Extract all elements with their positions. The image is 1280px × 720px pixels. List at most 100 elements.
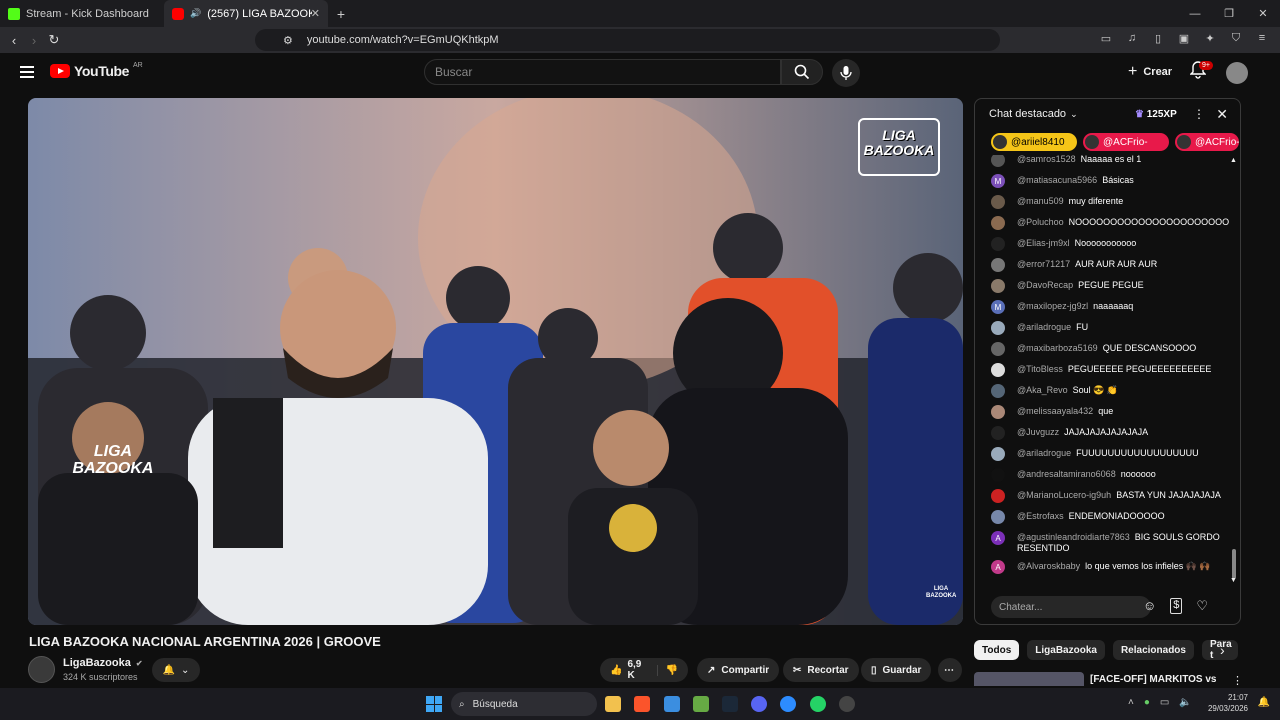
close-tab-icon[interactable]: ✕ bbox=[311, 7, 320, 20]
super-chat-icon[interactable]: $ bbox=[1170, 598, 1183, 614]
chat-message[interactable]: @Estrofaxs ENDEMONIADOOOOO bbox=[975, 508, 1233, 529]
new-tab-button[interactable]: + bbox=[328, 0, 354, 27]
chat-author[interactable]: @Poluchoo bbox=[1017, 217, 1064, 227]
chat-avatar[interactable] bbox=[991, 384, 1005, 398]
tab-youtube-video[interactable]: 🔊 (2567) LIGA BAZOOKA NACIO ✕ bbox=[164, 0, 328, 27]
close-chat-icon[interactable]: ✕ bbox=[1216, 106, 1228, 123]
steam-icon[interactable] bbox=[722, 696, 738, 712]
filter-chip[interactable]: Relacionados bbox=[1112, 640, 1194, 660]
chat-message[interactable]: @melissaayala432 que bbox=[975, 403, 1233, 424]
chat-author[interactable]: @matiasacuna5966 bbox=[1017, 175, 1097, 185]
dislike-button[interactable]: 👎 bbox=[656, 664, 678, 676]
chat-message[interactable]: @samros1528 Naaaaa es el 1 bbox=[975, 155, 1233, 172]
wallet-icon[interactable]: ▣ bbox=[1176, 30, 1192, 46]
chat-author[interactable]: @andresaltamirano6068 bbox=[1017, 469, 1116, 479]
chat-author[interactable]: @agustinleandroidiarte7863 bbox=[1017, 532, 1130, 542]
chat-message[interactable]: M @matiasacuna5966 Básicas bbox=[975, 172, 1233, 193]
search-input[interactable]: Buscar bbox=[424, 59, 781, 85]
chevron-right-icon[interactable]: › bbox=[1220, 642, 1225, 658]
related-more-icon[interactable]: ⋮ bbox=[1232, 674, 1243, 687]
chat-avatar[interactable] bbox=[991, 363, 1005, 377]
notification-bell-icon[interactable]: 🔔 bbox=[1258, 697, 1270, 708]
channel-name[interactable]: LigaBazooka ✔ bbox=[63, 657, 143, 669]
site-info-icon[interactable]: ⚙ bbox=[283, 34, 293, 47]
chat-message[interactable]: @Elias-jm9xl Nooooooooooo bbox=[975, 235, 1233, 256]
filter-chip[interactable]: Todos bbox=[974, 640, 1020, 660]
audio-playing-icon[interactable]: 🔊 bbox=[190, 8, 201, 19]
chat-avatar[interactable] bbox=[991, 489, 1005, 503]
brave-icon[interactable] bbox=[634, 696, 650, 712]
chat-message[interactable]: @ariladrogue FU bbox=[975, 319, 1233, 340]
chat-author[interactable]: @samros1528 bbox=[1017, 155, 1076, 164]
address-bar[interactable]: ⚙ youtube.com/watch?v=EGmUQKhtkpM bbox=[255, 29, 1000, 51]
app-icon[interactable] bbox=[693, 696, 709, 712]
chat-author[interactable]: @maxilopez-jg9zl bbox=[1017, 301, 1088, 311]
close-window-icon[interactable]: ✕ bbox=[1246, 0, 1280, 27]
youtube-logo[interactable]: YouTube AR bbox=[50, 62, 143, 79]
chat-input[interactable]: Chatear... bbox=[991, 596, 1151, 618]
chevron-up-icon[interactable]: ˄ bbox=[1128, 697, 1134, 708]
chat-avatar[interactable] bbox=[991, 216, 1005, 230]
chat-author[interactable]: @Alvaroskbaby bbox=[1017, 561, 1080, 571]
menu-icon[interactable]: ≡ bbox=[1254, 30, 1270, 46]
sidebar-icon[interactable]: ▯ bbox=[1150, 30, 1166, 46]
chat-author[interactable]: @error71217 bbox=[1017, 259, 1070, 269]
chat-author[interactable]: @ariladrogue bbox=[1017, 448, 1071, 458]
chat-avatar[interactable] bbox=[991, 195, 1005, 209]
xp-counter[interactable]: ♛ 125XP bbox=[1135, 109, 1177, 120]
related-title[interactable]: [FACE-OFF] MARKITOS vs bbox=[1090, 674, 1216, 685]
vpn-icon[interactable]: ⛉ bbox=[1228, 30, 1244, 46]
clip-button[interactable]: ✂ Recortar bbox=[783, 658, 859, 682]
related-thumbnail[interactable] bbox=[974, 672, 1084, 686]
discord-icon[interactable] bbox=[751, 696, 767, 712]
chat-message[interactable]: @Juvguzz JAJAJAJAJAJAJAJA bbox=[975, 424, 1233, 445]
chat-avatar[interactable]: M bbox=[991, 300, 1005, 314]
chat-message[interactable]: A @agustinleandroidiarte7863 BIG SOULS GOR… bbox=[975, 529, 1233, 558]
scroll-up-icon[interactable]: ▲ bbox=[1230, 157, 1237, 164]
create-button[interactable]: + Crear bbox=[1120, 59, 1180, 85]
like-button[interactable]: 👍 6,9 K bbox=[610, 659, 651, 681]
chat-message[interactable]: @ariladrogue FUUUUUUUUUUUUUUUUUU bbox=[975, 445, 1233, 466]
scroll-down-icon[interactable]: ▼ bbox=[1230, 577, 1237, 584]
chat-avatar[interactable] bbox=[991, 405, 1005, 419]
filter-chip[interactable]: LigaBazooka bbox=[1027, 640, 1105, 660]
whatsapp-icon[interactable] bbox=[810, 696, 826, 712]
tab-kick-dashboard[interactable]: Stream - Kick Dashboard bbox=[0, 0, 164, 27]
chat-author[interactable]: @Aka_Revo bbox=[1017, 385, 1068, 395]
chat-author[interactable]: @TitoBless bbox=[1017, 364, 1063, 374]
zoom-icon[interactable] bbox=[780, 696, 796, 712]
chat-author[interactable]: @Juvguzz bbox=[1017, 427, 1059, 437]
chat-message[interactable]: @Poluchoo NOOOOOOOOOOOOOOOOOOOOOO bbox=[975, 214, 1233, 235]
chat-author[interactable]: @ariladrogue bbox=[1017, 322, 1071, 332]
chat-message[interactable]: @TitoBless PEGUEEEEE PEGUEEEEEEEEEE bbox=[975, 361, 1233, 382]
chat-avatar[interactable] bbox=[991, 426, 1005, 440]
chat-message[interactable]: @Aka_Revo Soul 😎 👏 bbox=[975, 382, 1233, 403]
share-button[interactable]: ↗ Compartir bbox=[697, 658, 780, 682]
account-avatar[interactable] bbox=[1226, 62, 1248, 84]
chat-message[interactable]: @error71217 AUR AUR AUR AUR bbox=[975, 256, 1233, 277]
leo-icon[interactable]: ✦ bbox=[1202, 30, 1218, 46]
voice-search-button[interactable] bbox=[832, 59, 860, 87]
file-explorer-icon[interactable] bbox=[605, 696, 621, 712]
obs-icon[interactable] bbox=[839, 696, 855, 712]
chat-author[interactable]: @DavoRecap bbox=[1017, 280, 1073, 290]
minimize-icon[interactable]: — bbox=[1178, 0, 1212, 27]
chat-avatar[interactable] bbox=[991, 342, 1005, 356]
chat-scrollbar[interactable]: ▲ ▼ bbox=[1230, 157, 1237, 584]
chat-avatar[interactable] bbox=[991, 155, 1005, 167]
channel-avatar[interactable] bbox=[28, 656, 55, 683]
chat-message[interactable]: @maxibarboza5169 QUE DESCANSOOOO bbox=[975, 340, 1233, 361]
chat-message[interactable]: @DavoRecap PEGUE PEGUE bbox=[975, 277, 1233, 298]
chat-author[interactable]: @maxibarboza5169 bbox=[1017, 343, 1098, 353]
mic-icon[interactable]: ● bbox=[1144, 697, 1150, 708]
more-actions-button[interactable]: ⋯ bbox=[938, 658, 962, 682]
chat-more-icon[interactable]: ⋮ bbox=[1193, 107, 1205, 121]
emoji-icon[interactable]: ☺ bbox=[1143, 598, 1156, 614]
media-icon[interactable]: ♫ bbox=[1124, 30, 1140, 46]
chat-message[interactable]: A @Alvaroskbaby lo que vemos los infieles … bbox=[975, 558, 1233, 579]
network-icon[interactable]: ▭ bbox=[1160, 697, 1169, 708]
hamburger-icon[interactable] bbox=[20, 66, 34, 78]
chat-author[interactable]: @MarianoLucero-ig9uh bbox=[1017, 490, 1111, 500]
pinned-chip[interactable]: @ariiel8410 bbox=[991, 133, 1077, 151]
volume-icon[interactable]: 🔈 bbox=[1179, 697, 1191, 708]
